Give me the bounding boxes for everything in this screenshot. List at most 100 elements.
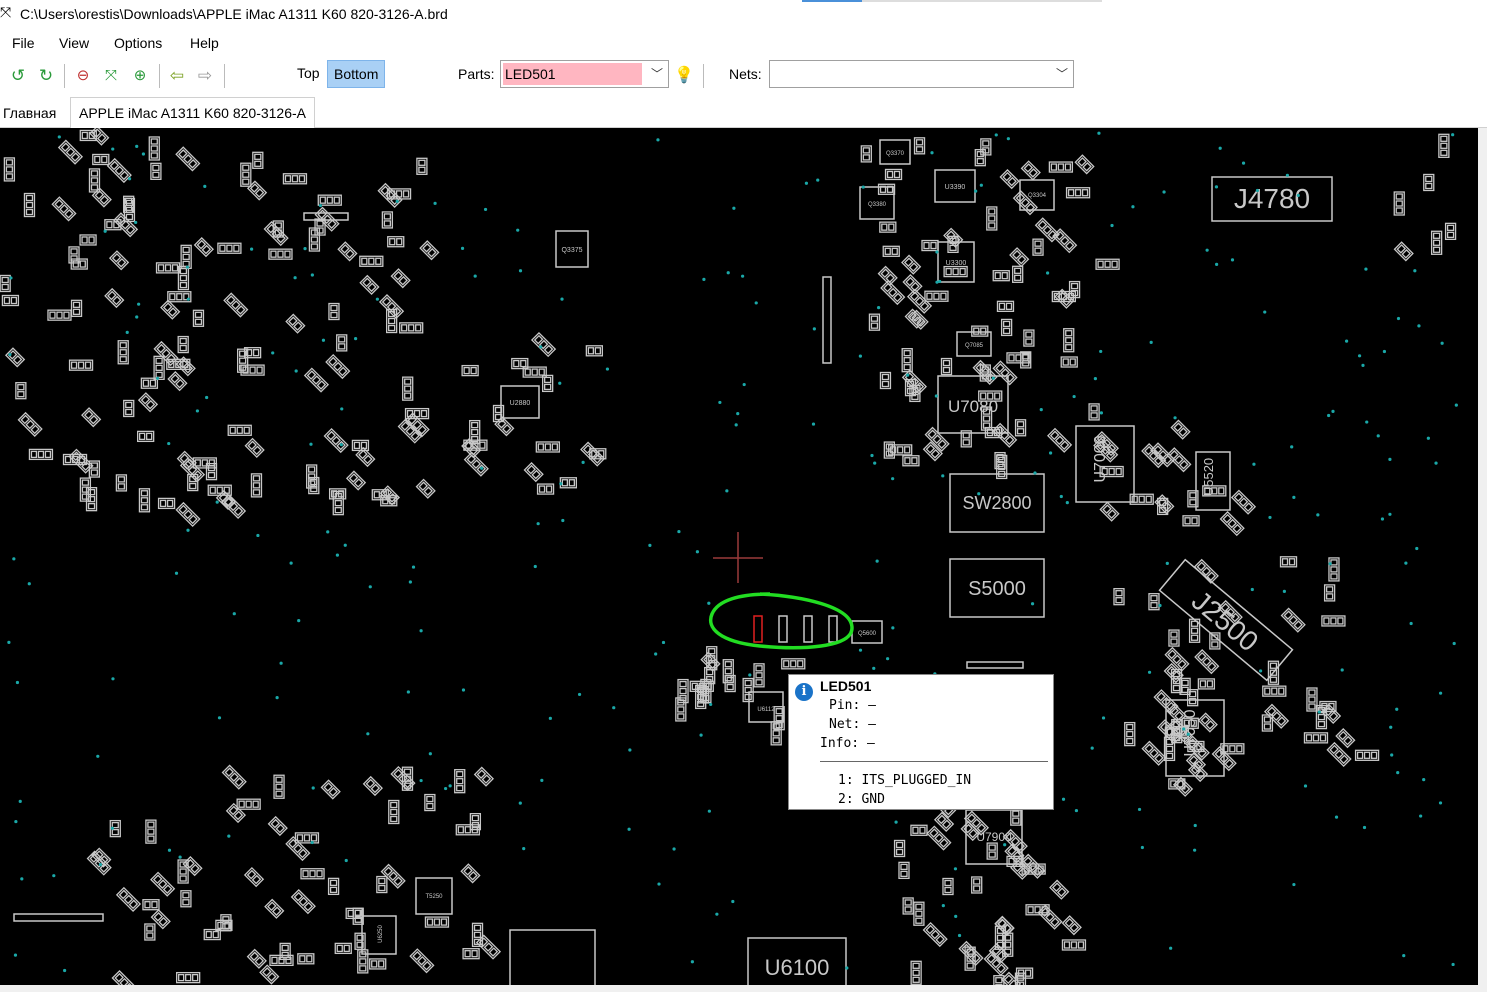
tab-home[interactable]: Главная [0, 100, 64, 126]
via [1316, 513, 1320, 517]
component-u5520[interactable]: U5520 [1195, 451, 1231, 511]
small-part [460, 863, 481, 884]
component-j4780[interactable]: J4780 [1211, 176, 1333, 222]
via [1030, 602, 1035, 606]
component-q3370[interactable]: Q3370 [879, 139, 911, 165]
tooltip-pin-2: 2: GND [838, 792, 885, 807]
chevron-down-icon[interactable]: ﹀ [651, 65, 663, 82]
menu-options[interactable]: Options [114, 35, 162, 51]
small-part [1009, 247, 1030, 268]
via [731, 899, 735, 904]
back-arrow-icon[interactable]: ⇦ [166, 65, 188, 87]
via [318, 203, 323, 208]
small-part [910, 960, 922, 985]
via [1340, 668, 1344, 672]
component-q5600[interactable]: Q5600 [851, 620, 883, 644]
part-led501-group[interactable] [709, 592, 854, 650]
zoom-in-icon[interactable]: ⊕ [129, 65, 151, 87]
component-t5250[interactable]: T5250 [415, 877, 453, 915]
rotate-cw-icon[interactable]: ↻ [35, 65, 57, 87]
small-part [1088, 403, 1100, 421]
parts-combo[interactable]: LED501 ﹀ [500, 60, 669, 88]
via [411, 565, 416, 569]
small-part [0, 274, 11, 293]
selected-part-led501[interactable] [753, 615, 763, 643]
small-part [68, 359, 94, 371]
parts-value[interactable]: LED501 [503, 63, 642, 85]
via [1258, 669, 1263, 673]
component-s5000[interactable]: S5000 [949, 558, 1045, 618]
via [460, 246, 465, 251]
via [934, 394, 938, 398]
small-part [17, 411, 43, 438]
via [1230, 258, 1235, 262]
small-part [336, 334, 348, 352]
small-parts-layer [0, 128, 1457, 985]
component-sw2800[interactable]: SW2800 [949, 473, 1045, 533]
label-u2880: U2880 [510, 400, 531, 407]
via [861, 185, 865, 189]
via [1252, 462, 1256, 466]
small-part [1048, 161, 1074, 173]
nets-value[interactable] [772, 63, 774, 85]
small-part [81, 407, 102, 428]
via [1422, 778, 1426, 782]
via [205, 395, 209, 400]
via [1101, 716, 1106, 720]
menu-help[interactable]: Help [190, 35, 219, 51]
via [804, 181, 809, 185]
zoom-out-icon[interactable]: ⊖ [72, 65, 94, 87]
via [13, 953, 18, 957]
top-side-button[interactable]: Top [291, 60, 326, 86]
forward-arrow-icon[interactable]: ⇨ [194, 65, 216, 87]
nets-combo[interactable]: ﹀ [769, 60, 1074, 88]
small-part [454, 769, 466, 794]
component-u3390[interactable]: U3390 [934, 169, 976, 203]
via [15, 680, 20, 685]
tab-board[interactable]: APPLE iMac A1311 K60 820-3126-A [70, 97, 316, 128]
via [930, 151, 934, 155]
small-part [217, 242, 242, 254]
menu-file[interactable]: File [12, 35, 35, 51]
vertical-scrollbar[interactable] [1478, 128, 1487, 985]
pcb-canvas[interactable]: J4780 U7080 SW2800 S5000 U7000 U5520 J25… [0, 128, 1478, 985]
component-u6250[interactable]: U6250 [361, 915, 397, 955]
tooltip-pin: Pin: — [829, 698, 876, 713]
small-part [285, 313, 306, 334]
tooltip-part-name: LED501 [820, 678, 872, 694]
bottom-side-button[interactable]: Bottom [327, 60, 386, 88]
small-part [1061, 915, 1082, 936]
chevron-down-icon[interactable]: ﹀ [1056, 65, 1068, 82]
board-view[interactable]: J4780 U7080 SW2800 S5000 U7000 U5520 J25… [0, 128, 1478, 985]
small-part [1444, 222, 1457, 241]
zoom-fit-icon[interactable]: ⤧ [100, 65, 122, 87]
toolbar-separator [224, 64, 225, 88]
component-j2500[interactable]: J2500 [1158, 558, 1294, 682]
via [1317, 710, 1321, 714]
small-part [1020, 160, 1041, 181]
component-u6100[interactable]: U6100 [747, 937, 847, 985]
via [339, 443, 344, 447]
component-q3375[interactable]: Q3375 [555, 230, 589, 268]
bulb-icon[interactable]: 💡 [673, 65, 695, 87]
small-part [290, 889, 316, 915]
rotate-ccw-icon[interactable]: ↺ [7, 65, 29, 87]
small-part [180, 244, 192, 269]
small-part [868, 313, 881, 331]
component-u7080[interactable]: U7080 [937, 375, 1009, 434]
menu-view[interactable]: View [59, 35, 89, 51]
via [1451, 133, 1455, 137]
via [741, 274, 745, 278]
small-part [585, 345, 604, 357]
small-part [1261, 714, 1274, 732]
small-part [88, 168, 101, 193]
small-part [28, 448, 54, 461]
small-part [85, 487, 98, 512]
component-u2880[interactable]: U2880 [500, 385, 540, 419]
small-part [879, 221, 897, 233]
via [1193, 848, 1197, 852]
horizontal-scrollbar[interactable] [0, 985, 1487, 992]
via [340, 407, 344, 411]
small-part [535, 441, 560, 453]
label-u6250: U6250 [378, 925, 384, 943]
